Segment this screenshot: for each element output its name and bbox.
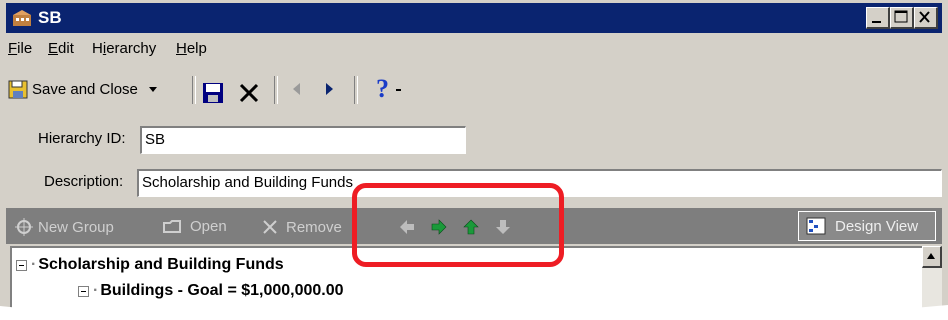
design-view-icon [806,217,826,235]
remove-button[interactable]: Remove [260,217,342,237]
toolbar-separator [192,76,196,104]
tree-node-label: Buildings - Goal = $1,000,000.00 [100,282,344,299]
app-icon [13,10,31,26]
new-group-icon [15,218,33,236]
menu-bar: File Edit Hierarchy Help [6,36,942,60]
design-view-label: Design View [835,217,919,235]
save-icon[interactable] [202,78,224,108]
next-icon[interactable] [320,80,338,110]
open-label: Open [190,217,227,235]
minimize-button[interactable] [866,7,890,29]
maximize-button[interactable] [890,7,914,29]
hierarchy-id-field[interactable]: SB [140,126,466,154]
tree-node-buildings[interactable]: · Buildings - Goal = $1,000,000.00 [78,282,344,300]
save-and-close-button[interactable]: Save and Close [8,74,160,104]
open-folder-icon [163,220,181,233]
main-toolbar: Save and Close ? [6,66,942,114]
menu-file[interactable]: File [8,40,32,57]
help-icon: ? [376,75,401,103]
hierarchy-id-label: Hierarchy ID: [38,130,126,147]
maximize-icon [894,10,908,23]
open-button[interactable]: Open [162,217,227,235]
scroll-up-icon [927,253,935,259]
new-group-button[interactable]: New Group [14,217,114,237]
scroll-up-button[interactable] [922,246,942,268]
tree-node-label: Scholarship and Building Funds [38,256,284,273]
minimize-icon [872,21,881,23]
save-and-close-label: Save and Close [32,80,138,98]
svg-text:?: ? [376,75,389,103]
application-window: SB File Edit Hierarchy Help Save and Clo… [0,0,948,320]
delete-icon[interactable] [238,78,260,108]
annotation-highlight [352,183,564,267]
menu-hierarchy[interactable]: Hierarchy [92,40,156,57]
window-title: SB [38,8,62,27]
close-button[interactable] [914,7,938,29]
previous-icon[interactable] [288,80,306,110]
design-view-button[interactable]: Design View [798,211,936,241]
toolbar-separator [274,76,278,104]
description-label: Description: [44,173,124,190]
menu-edit[interactable]: Edit [48,40,74,57]
help-button[interactable]: ? [372,74,408,104]
collapse-icon[interactable] [78,285,89,297]
torn-edge [0,304,948,320]
dropdown-arrow-icon[interactable] [146,82,160,96]
remove-icon [263,220,277,234]
toolbar-separator [354,76,358,104]
tree-node-root[interactable]: · Scholarship and Building Funds [16,256,284,274]
save-close-icon [8,80,28,99]
remove-label: Remove [286,218,342,236]
collapse-icon[interactable] [16,259,27,271]
menu-help[interactable]: Help [176,40,207,57]
close-icon [919,11,930,23]
new-group-label: New Group [38,218,114,236]
title-bar[interactable]: SB [6,3,942,33]
